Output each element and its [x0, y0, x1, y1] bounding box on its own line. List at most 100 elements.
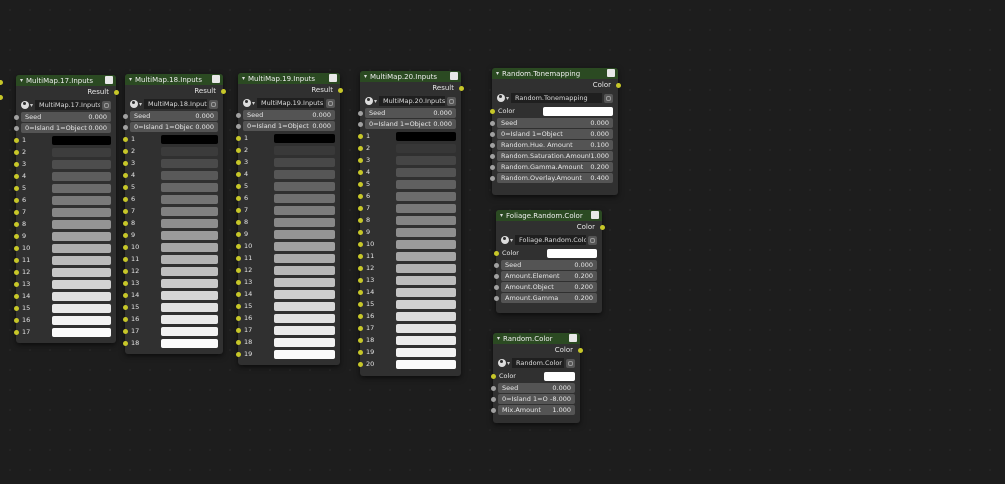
ramp-color-swatch[interactable] [161, 158, 218, 168]
input-socket[interactable] [489, 108, 495, 114]
node-group-name-field[interactable]: MultiMap.17.Inputs [35, 100, 100, 110]
ramp-color-swatch[interactable] [161, 302, 218, 312]
value-field[interactable]: 0=Island 1=Object 0.000 [489, 129, 613, 139]
ramp-color-swatch[interactable] [274, 337, 335, 347]
fake-user-shield-icon[interactable] [209, 99, 218, 109]
value-field[interactable]: Seed 0.000 [490, 383, 575, 393]
input-socket[interactable] [357, 277, 363, 283]
input-socket[interactable] [13, 161, 19, 167]
input-socket[interactable] [235, 315, 241, 321]
input-socket[interactable] [122, 208, 128, 214]
input-socket[interactable] [493, 262, 499, 268]
input-socket[interactable] [489, 175, 495, 181]
input-socket[interactable] [122, 256, 128, 262]
fake-user-shield-icon[interactable] [566, 358, 575, 368]
chevron-down-icon[interactable]: ▾ [139, 101, 142, 108]
ramp-color-swatch[interactable] [52, 231, 111, 241]
ramp-color-swatch[interactable] [396, 299, 456, 309]
input-socket[interactable] [490, 396, 496, 402]
ramp-color-swatch[interactable] [274, 133, 335, 143]
ramp-color-swatch[interactable] [161, 254, 218, 264]
node-header[interactable]: ▾ Random.Tonemapping [492, 68, 618, 79]
input-socket[interactable] [493, 284, 499, 290]
ramp-color-swatch[interactable] [396, 167, 456, 177]
input-socket[interactable] [489, 164, 495, 170]
collapse-chevron-icon[interactable]: ▾ [242, 75, 245, 82]
ramp-color-swatch[interactable] [161, 206, 218, 216]
node-header[interactable]: ▾ MultiMap.17.Inputs [16, 75, 116, 86]
value-field[interactable]: Random.Saturation.Amount 1.000 [489, 151, 613, 161]
ramp-color-swatch[interactable] [274, 181, 335, 191]
input-socket[interactable] [357, 289, 363, 295]
ramp-color-swatch[interactable] [274, 313, 335, 323]
input-socket[interactable] [235, 351, 241, 357]
input-socket[interactable] [489, 153, 495, 159]
input-socket[interactable] [13, 221, 19, 227]
ramp-color-swatch[interactable] [161, 182, 218, 192]
node-group-selector[interactable]: ▾ Random.Color [498, 358, 575, 368]
input-socket[interactable] [122, 316, 128, 322]
input-socket[interactable] [490, 373, 496, 379]
input-socket[interactable] [122, 268, 128, 274]
input-socket[interactable] [235, 112, 241, 118]
input-socket[interactable] [235, 171, 241, 177]
input-socket[interactable] [489, 120, 495, 126]
ramp-color-swatch[interactable] [396, 263, 456, 273]
ramp-color-swatch[interactable] [274, 241, 335, 251]
ramp-color-swatch[interactable] [396, 131, 456, 141]
input-socket[interactable] [357, 217, 363, 223]
input-socket[interactable] [122, 304, 128, 310]
input-socket[interactable] [122, 292, 128, 298]
ramp-color-swatch[interactable] [274, 349, 335, 359]
input-socket[interactable] [235, 123, 241, 129]
input-socket[interactable] [357, 157, 363, 163]
node-group-icon[interactable] [607, 69, 615, 77]
ramp-color-swatch[interactable] [52, 315, 111, 325]
output-socket[interactable] [599, 224, 605, 230]
fake-user-shield-icon[interactable] [588, 235, 597, 245]
node-group-name-field[interactable]: Random.Tonemapping [511, 93, 602, 103]
input-socket[interactable] [235, 267, 241, 273]
input-socket[interactable] [122, 220, 128, 226]
ramp-color-swatch[interactable] [161, 170, 218, 180]
output-socket[interactable] [615, 82, 621, 88]
node-foliage-random-color[interactable]: ▾ Foliage.Random.Color Color ▾ Foliage.Rando… [493, 210, 605, 313]
input-socket[interactable] [357, 265, 363, 271]
ramp-color-swatch[interactable] [52, 327, 111, 337]
input-socket[interactable] [235, 303, 241, 309]
ramp-color-swatch[interactable] [396, 227, 456, 237]
fake-user-shield-icon[interactable] [447, 96, 456, 106]
value-field[interactable]: Amount.Object 0.200 [493, 282, 597, 292]
ramp-color-swatch[interactable] [396, 155, 456, 165]
chevron-down-icon[interactable]: ▾ [252, 100, 255, 107]
input-socket[interactable] [493, 273, 499, 279]
ramp-color-swatch[interactable] [396, 287, 456, 297]
node-group-icon[interactable] [105, 76, 113, 84]
collapse-chevron-icon[interactable]: ▾ [500, 212, 503, 219]
input-socket[interactable] [122, 244, 128, 250]
input-socket[interactable] [13, 125, 19, 131]
input-socket[interactable] [122, 113, 128, 119]
input-socket[interactable] [122, 196, 128, 202]
ramp-color-swatch[interactable] [161, 326, 218, 336]
ramp-color-swatch[interactable] [52, 219, 111, 229]
input-socket[interactable] [235, 279, 241, 285]
value-field[interactable]: Mix.Amount 1.000 [490, 405, 575, 415]
input-socket[interactable] [493, 295, 499, 301]
input-socket[interactable] [122, 172, 128, 178]
input-socket[interactable] [357, 253, 363, 259]
ramp-color-swatch[interactable] [274, 253, 335, 263]
ramp-color-swatch[interactable] [161, 230, 218, 240]
node-tree-icon[interactable] [365, 97, 373, 105]
ramp-color-swatch[interactable] [396, 275, 456, 285]
input-socket[interactable] [13, 269, 19, 275]
ramp-color-swatch[interactable] [161, 266, 218, 276]
value-field[interactable]: Random.Hue. Amount 0.100 [489, 140, 613, 150]
ramp-color-swatch[interactable] [52, 255, 111, 265]
collapse-chevron-icon[interactable]: ▾ [129, 76, 132, 83]
input-socket[interactable] [122, 184, 128, 190]
input-socket[interactable] [489, 142, 495, 148]
input-socket[interactable] [122, 340, 128, 346]
input-socket[interactable] [13, 305, 19, 311]
collapse-chevron-icon[interactable]: ▾ [497, 335, 500, 342]
